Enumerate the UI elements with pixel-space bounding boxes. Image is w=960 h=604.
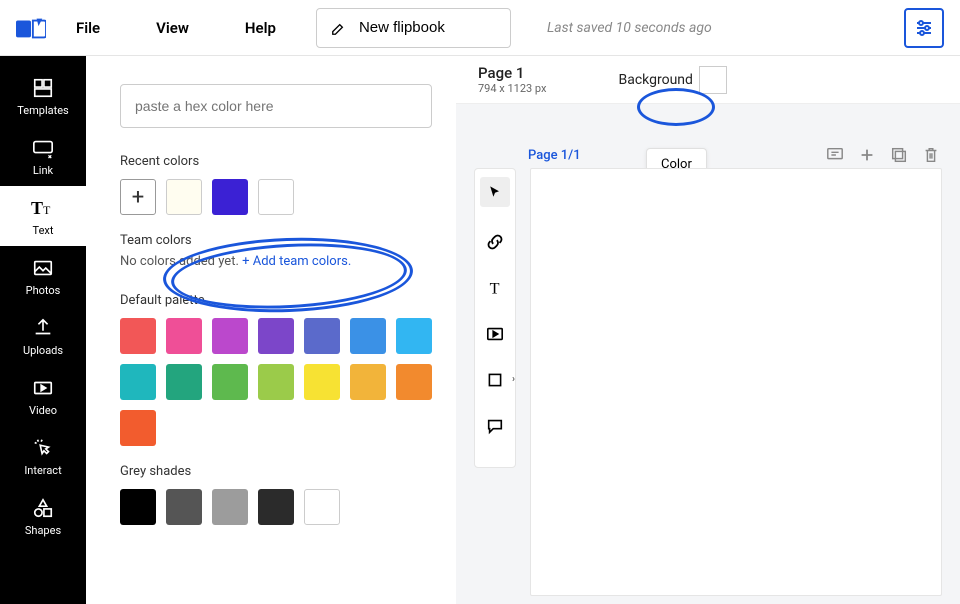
hex-color-input[interactable]	[120, 84, 432, 128]
last-saved-text: Last saved 10 seconds ago	[547, 20, 712, 36]
select-tool[interactable]	[480, 177, 510, 207]
svg-text:T: T	[43, 203, 51, 217]
photos-icon	[31, 256, 55, 280]
sidebar-item-interact[interactable]: Interact	[0, 426, 86, 486]
background-color-swatch[interactable]	[699, 66, 727, 94]
menu-help[interactable]: Help	[245, 19, 276, 37]
color-swatch[interactable]	[350, 318, 386, 354]
page-info: Page 1 794 x 1123 px	[478, 64, 546, 95]
video-tool[interactable]	[484, 323, 506, 345]
background-label: Background	[618, 72, 692, 88]
color-swatch[interactable]	[166, 489, 202, 525]
sidebar-item-text[interactable]: TT Text	[0, 186, 86, 246]
color-swatch[interactable]	[304, 318, 340, 354]
team-colors-empty: No colors added yet. + Add team colors.	[120, 254, 432, 269]
sidebar-label: Link	[33, 164, 53, 177]
flipbook-title-input[interactable]	[359, 19, 499, 36]
color-swatch[interactable]	[258, 364, 294, 400]
text-tool[interactable]: T	[484, 277, 506, 299]
recent-colors-row: +	[120, 179, 432, 215]
sidebar-label: Photos	[26, 284, 61, 297]
editor-area: Page 1 794 x 1123 px Background Color Pa…	[456, 56, 960, 604]
color-swatch[interactable]	[304, 489, 340, 525]
sidebar-item-uploads[interactable]: Uploads	[0, 306, 86, 366]
add-team-colors-link[interactable]: + Add team colors.	[242, 254, 351, 269]
color-swatch[interactable]	[166, 364, 202, 400]
team-empty-text: No colors added yet.	[120, 254, 242, 269]
sidebar-label: Interact	[24, 464, 61, 477]
color-swatch[interactable]	[304, 364, 340, 400]
link-tool[interactable]	[484, 231, 506, 253]
sidebar-item-video[interactable]: Video	[0, 366, 86, 426]
grey-shades-label: Grey shades	[120, 464, 432, 479]
left-sidebar: Templates Link TT Text Photos Uploads Vi…	[0, 56, 86, 604]
color-swatch[interactable]	[120, 318, 156, 354]
color-swatch[interactable]	[120, 410, 156, 446]
color-swatch[interactable]	[120, 489, 156, 525]
comment-icon[interactable]	[826, 146, 844, 164]
svg-text:T: T	[31, 198, 43, 218]
color-swatch[interactable]	[396, 364, 432, 400]
comment-tool[interactable]	[484, 415, 506, 437]
color-swatch[interactable]	[212, 364, 248, 400]
edit-icon	[331, 21, 345, 35]
color-swatch[interactable]	[212, 489, 248, 525]
color-swatch[interactable]	[120, 364, 156, 400]
templates-icon	[31, 76, 55, 100]
sliders-icon	[914, 18, 934, 38]
sidebar-label: Video	[29, 404, 57, 417]
color-panel: Recent colors + Team colors No colors ad…	[86, 56, 456, 604]
grey-shades-row	[120, 489, 432, 525]
text-icon: TT	[31, 196, 55, 220]
delete-icon[interactable]	[922, 146, 940, 164]
shape-tool[interactable]: ›	[484, 369, 506, 391]
color-swatch[interactable]	[212, 318, 248, 354]
sidebar-item-shapes[interactable]: Shapes	[0, 486, 86, 546]
page-counter: Page 1/1	[528, 148, 581, 163]
tool-column: T ›	[474, 168, 516, 468]
recent-colors-label: Recent colors	[120, 154, 432, 169]
svg-text:T: T	[490, 279, 500, 297]
page-dimensions: 794 x 1123 px	[478, 82, 546, 95]
settings-button[interactable]	[904, 8, 944, 48]
title-field-wrap[interactable]	[316, 8, 511, 48]
sidebar-item-link[interactable]: Link	[0, 126, 86, 186]
add-color-button[interactable]: +	[120, 179, 156, 215]
menu-file[interactable]: File	[76, 19, 100, 37]
sidebar-label: Shapes	[25, 524, 61, 537]
uploads-icon	[31, 316, 55, 340]
page-actions	[826, 146, 940, 164]
video-icon	[31, 376, 55, 400]
link-icon	[31, 136, 55, 160]
default-palette-row	[120, 318, 432, 446]
interact-icon	[31, 436, 55, 460]
color-swatch[interactable]	[258, 318, 294, 354]
page-number-label: Page 1	[478, 64, 546, 82]
add-page-icon[interactable]	[858, 146, 876, 164]
sidebar-label: Templates	[17, 104, 68, 117]
color-swatch[interactable]	[350, 364, 386, 400]
color-swatch[interactable]	[166, 179, 202, 215]
sidebar-item-photos[interactable]: Photos	[0, 246, 86, 306]
color-swatch[interactable]	[166, 318, 202, 354]
shapes-icon	[31, 496, 55, 520]
color-swatch[interactable]	[258, 489, 294, 525]
color-swatch[interactable]	[396, 318, 432, 354]
sidebar-label: Uploads	[23, 344, 63, 357]
color-swatch[interactable]	[258, 179, 294, 215]
sidebar-item-templates[interactable]: Templates	[0, 66, 86, 126]
page-header: Page 1 794 x 1123 px Background	[456, 56, 960, 104]
default-palette-label: Default palette	[120, 293, 432, 308]
duplicate-icon[interactable]	[890, 146, 908, 164]
color-swatch[interactable]	[212, 179, 248, 215]
page-canvas[interactable]	[530, 168, 942, 596]
team-colors-label: Team colors	[120, 233, 432, 248]
chevron-right-icon: ›	[512, 374, 515, 385]
sidebar-label: Text	[33, 224, 54, 237]
menu-view[interactable]: View	[156, 19, 189, 37]
app-logo[interactable]	[16, 16, 46, 40]
